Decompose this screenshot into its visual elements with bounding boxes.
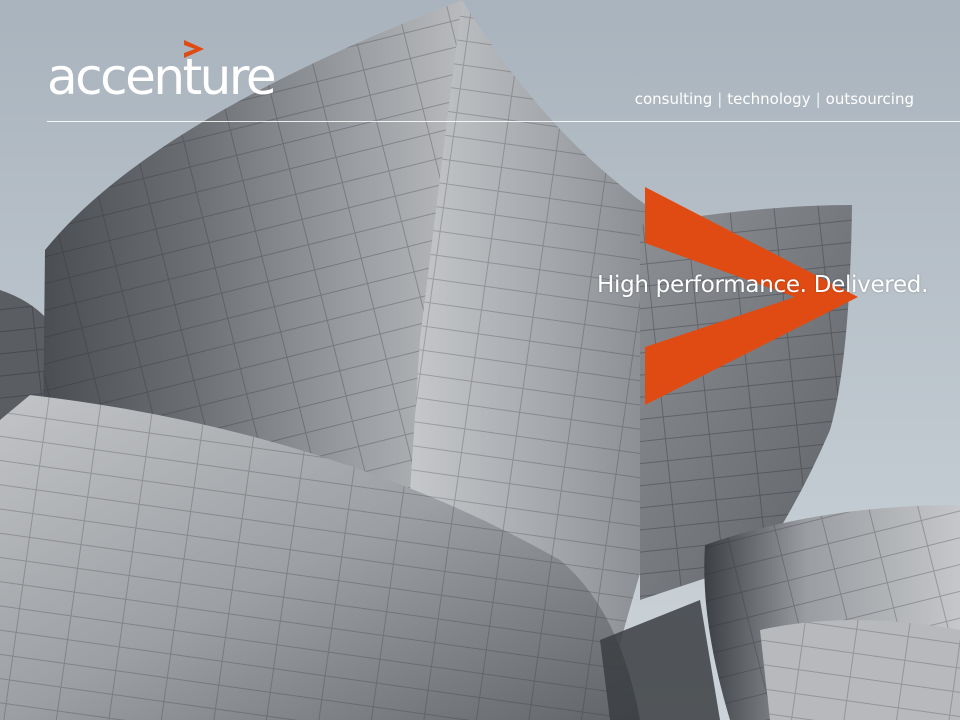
services-tagline: consulting | technology | outsourcing [635,90,914,108]
tagline-technology: technology [727,90,811,108]
title-slide: accenture consulting | technology | outsourc… [0,0,960,720]
slogan: High performance. Delivered. [597,272,929,298]
header-divider [47,121,960,122]
tagline-separator: | [815,90,821,108]
logo-wordmark: accenture [47,48,277,106]
accenture-logo[interactable]: accenture [47,38,287,118]
tagline-outsourcing: outsourcing [825,90,914,108]
tagline-consulting: consulting [634,90,713,108]
tagline-separator: | [717,90,723,108]
